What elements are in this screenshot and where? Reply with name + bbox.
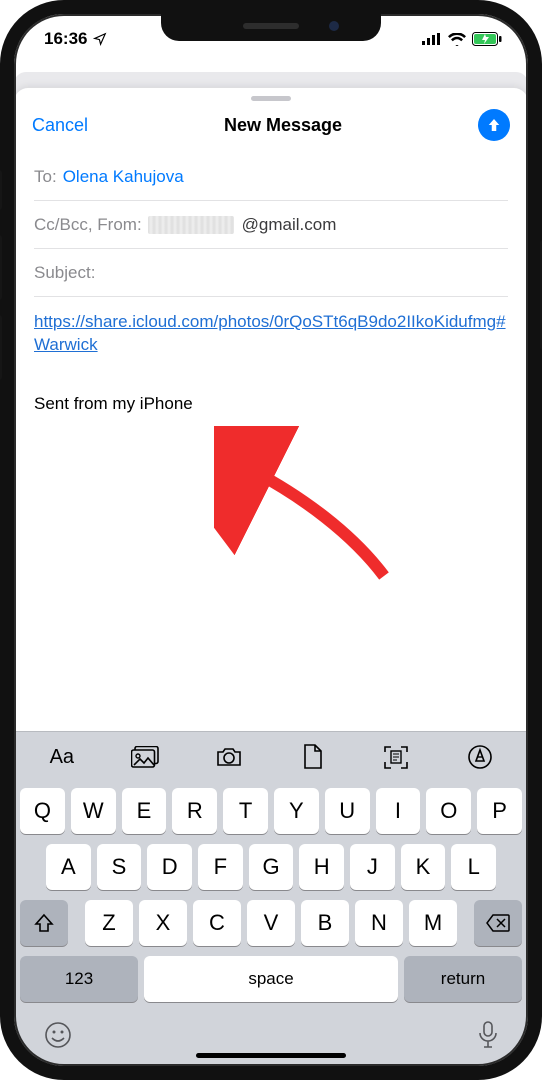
key-l[interactable]: L <box>451 844 496 890</box>
numbers-key[interactable]: 123 <box>20 956 138 1002</box>
keyboard: Aa QWERTYUIOP ASDFGHJKL <box>14 731 528 1066</box>
photos-button[interactable] <box>119 746 171 768</box>
scan-button[interactable] <box>370 744 422 770</box>
arrow-up-icon <box>485 116 503 134</box>
delete-key[interactable] <box>474 900 522 946</box>
camera-button[interactable] <box>203 746 255 768</box>
key-g[interactable]: G <box>249 844 294 890</box>
markup-icon <box>467 744 493 770</box>
from-domain: @gmail.com <box>242 215 337 235</box>
key-j[interactable]: J <box>350 844 395 890</box>
key-t[interactable]: T <box>223 788 268 834</box>
dictation-button[interactable] <box>478 1021 498 1054</box>
markup-button[interactable] <box>454 744 506 770</box>
phone-mute-switch <box>0 170 2 210</box>
key-b[interactable]: B <box>301 900 349 946</box>
key-w[interactable]: W <box>71 788 116 834</box>
sheet-title: New Message <box>224 115 342 136</box>
key-n[interactable]: N <box>355 900 403 946</box>
format-button[interactable]: Aa <box>36 746 88 769</box>
mic-icon <box>478 1021 498 1049</box>
key-c[interactable]: C <box>193 900 241 946</box>
key-e[interactable]: E <box>122 788 167 834</box>
subject-field[interactable]: Subject: <box>34 249 508 297</box>
ccbcc-label: Cc/Bcc, From: <box>34 215 142 235</box>
key-k[interactable]: K <box>401 844 446 890</box>
phone-notch <box>161 13 381 41</box>
signature-text: Sent from my iPhone <box>34 393 508 416</box>
key-y[interactable]: Y <box>274 788 319 834</box>
key-r[interactable]: R <box>172 788 217 834</box>
keyboard-toolbar: Aa <box>14 732 528 782</box>
ccbcc-from-field[interactable]: Cc/Bcc, From: @gmail.com <box>34 201 508 249</box>
key-m[interactable]: M <box>409 900 457 946</box>
emoji-icon <box>44 1021 72 1049</box>
delete-icon <box>486 914 510 932</box>
key-f[interactable]: F <box>198 844 243 890</box>
space-key[interactable]: space <box>144 956 398 1002</box>
annotation-arrow <box>214 426 414 606</box>
key-s[interactable]: S <box>97 844 142 890</box>
location-icon <box>93 32 107 46</box>
key-p[interactable]: P <box>477 788 522 834</box>
clock: 16:36 <box>44 29 87 49</box>
key-a[interactable]: A <box>46 844 91 890</box>
return-key[interactable]: return <box>404 956 522 1002</box>
key-v[interactable]: V <box>247 900 295 946</box>
shift-icon <box>34 913 54 933</box>
shift-key[interactable] <box>20 900 68 946</box>
icloud-link[interactable]: https://share.icloud.com/photos/0rQoSTt6… <box>34 312 506 354</box>
to-label: To: <box>34 167 57 187</box>
document-icon <box>302 744 324 770</box>
key-h[interactable]: H <box>299 844 344 890</box>
compose-sheet: Cancel New Message To: Olena Kahujova Cc… <box>14 88 528 1066</box>
key-x[interactable]: X <box>139 900 187 946</box>
photos-icon <box>131 746 159 768</box>
key-u[interactable]: U <box>325 788 370 834</box>
key-z[interactable]: Z <box>85 900 133 946</box>
cancel-button[interactable]: Cancel <box>32 115 88 136</box>
from-redacted <box>148 216 234 234</box>
home-indicator[interactable] <box>196 1053 346 1058</box>
subject-label: Subject: <box>34 263 95 283</box>
key-d[interactable]: D <box>147 844 192 890</box>
key-q[interactable]: Q <box>20 788 65 834</box>
message-body[interactable]: https://share.icloud.com/photos/0rQoSTt6… <box>14 297 528 416</box>
attach-file-button[interactable] <box>287 744 339 770</box>
wifi-icon <box>448 33 466 46</box>
camera-icon <box>215 746 243 768</box>
key-o[interactable]: O <box>426 788 471 834</box>
to-value: Olena Kahujova <box>63 167 184 187</box>
emoji-button[interactable] <box>44 1021 72 1054</box>
phone-volume-down <box>0 315 2 380</box>
key-i[interactable]: I <box>376 788 421 834</box>
cell-signal-icon <box>422 33 442 45</box>
screen: 16:36 Cancel New Message To: Olena Kahuj… <box>14 14 528 1066</box>
scan-icon <box>383 744 409 770</box>
send-button[interactable] <box>478 109 510 141</box>
phone-volume-up <box>0 235 2 300</box>
to-field[interactable]: To: Olena Kahujova <box>34 153 508 201</box>
battery-charging-icon <box>472 32 502 46</box>
